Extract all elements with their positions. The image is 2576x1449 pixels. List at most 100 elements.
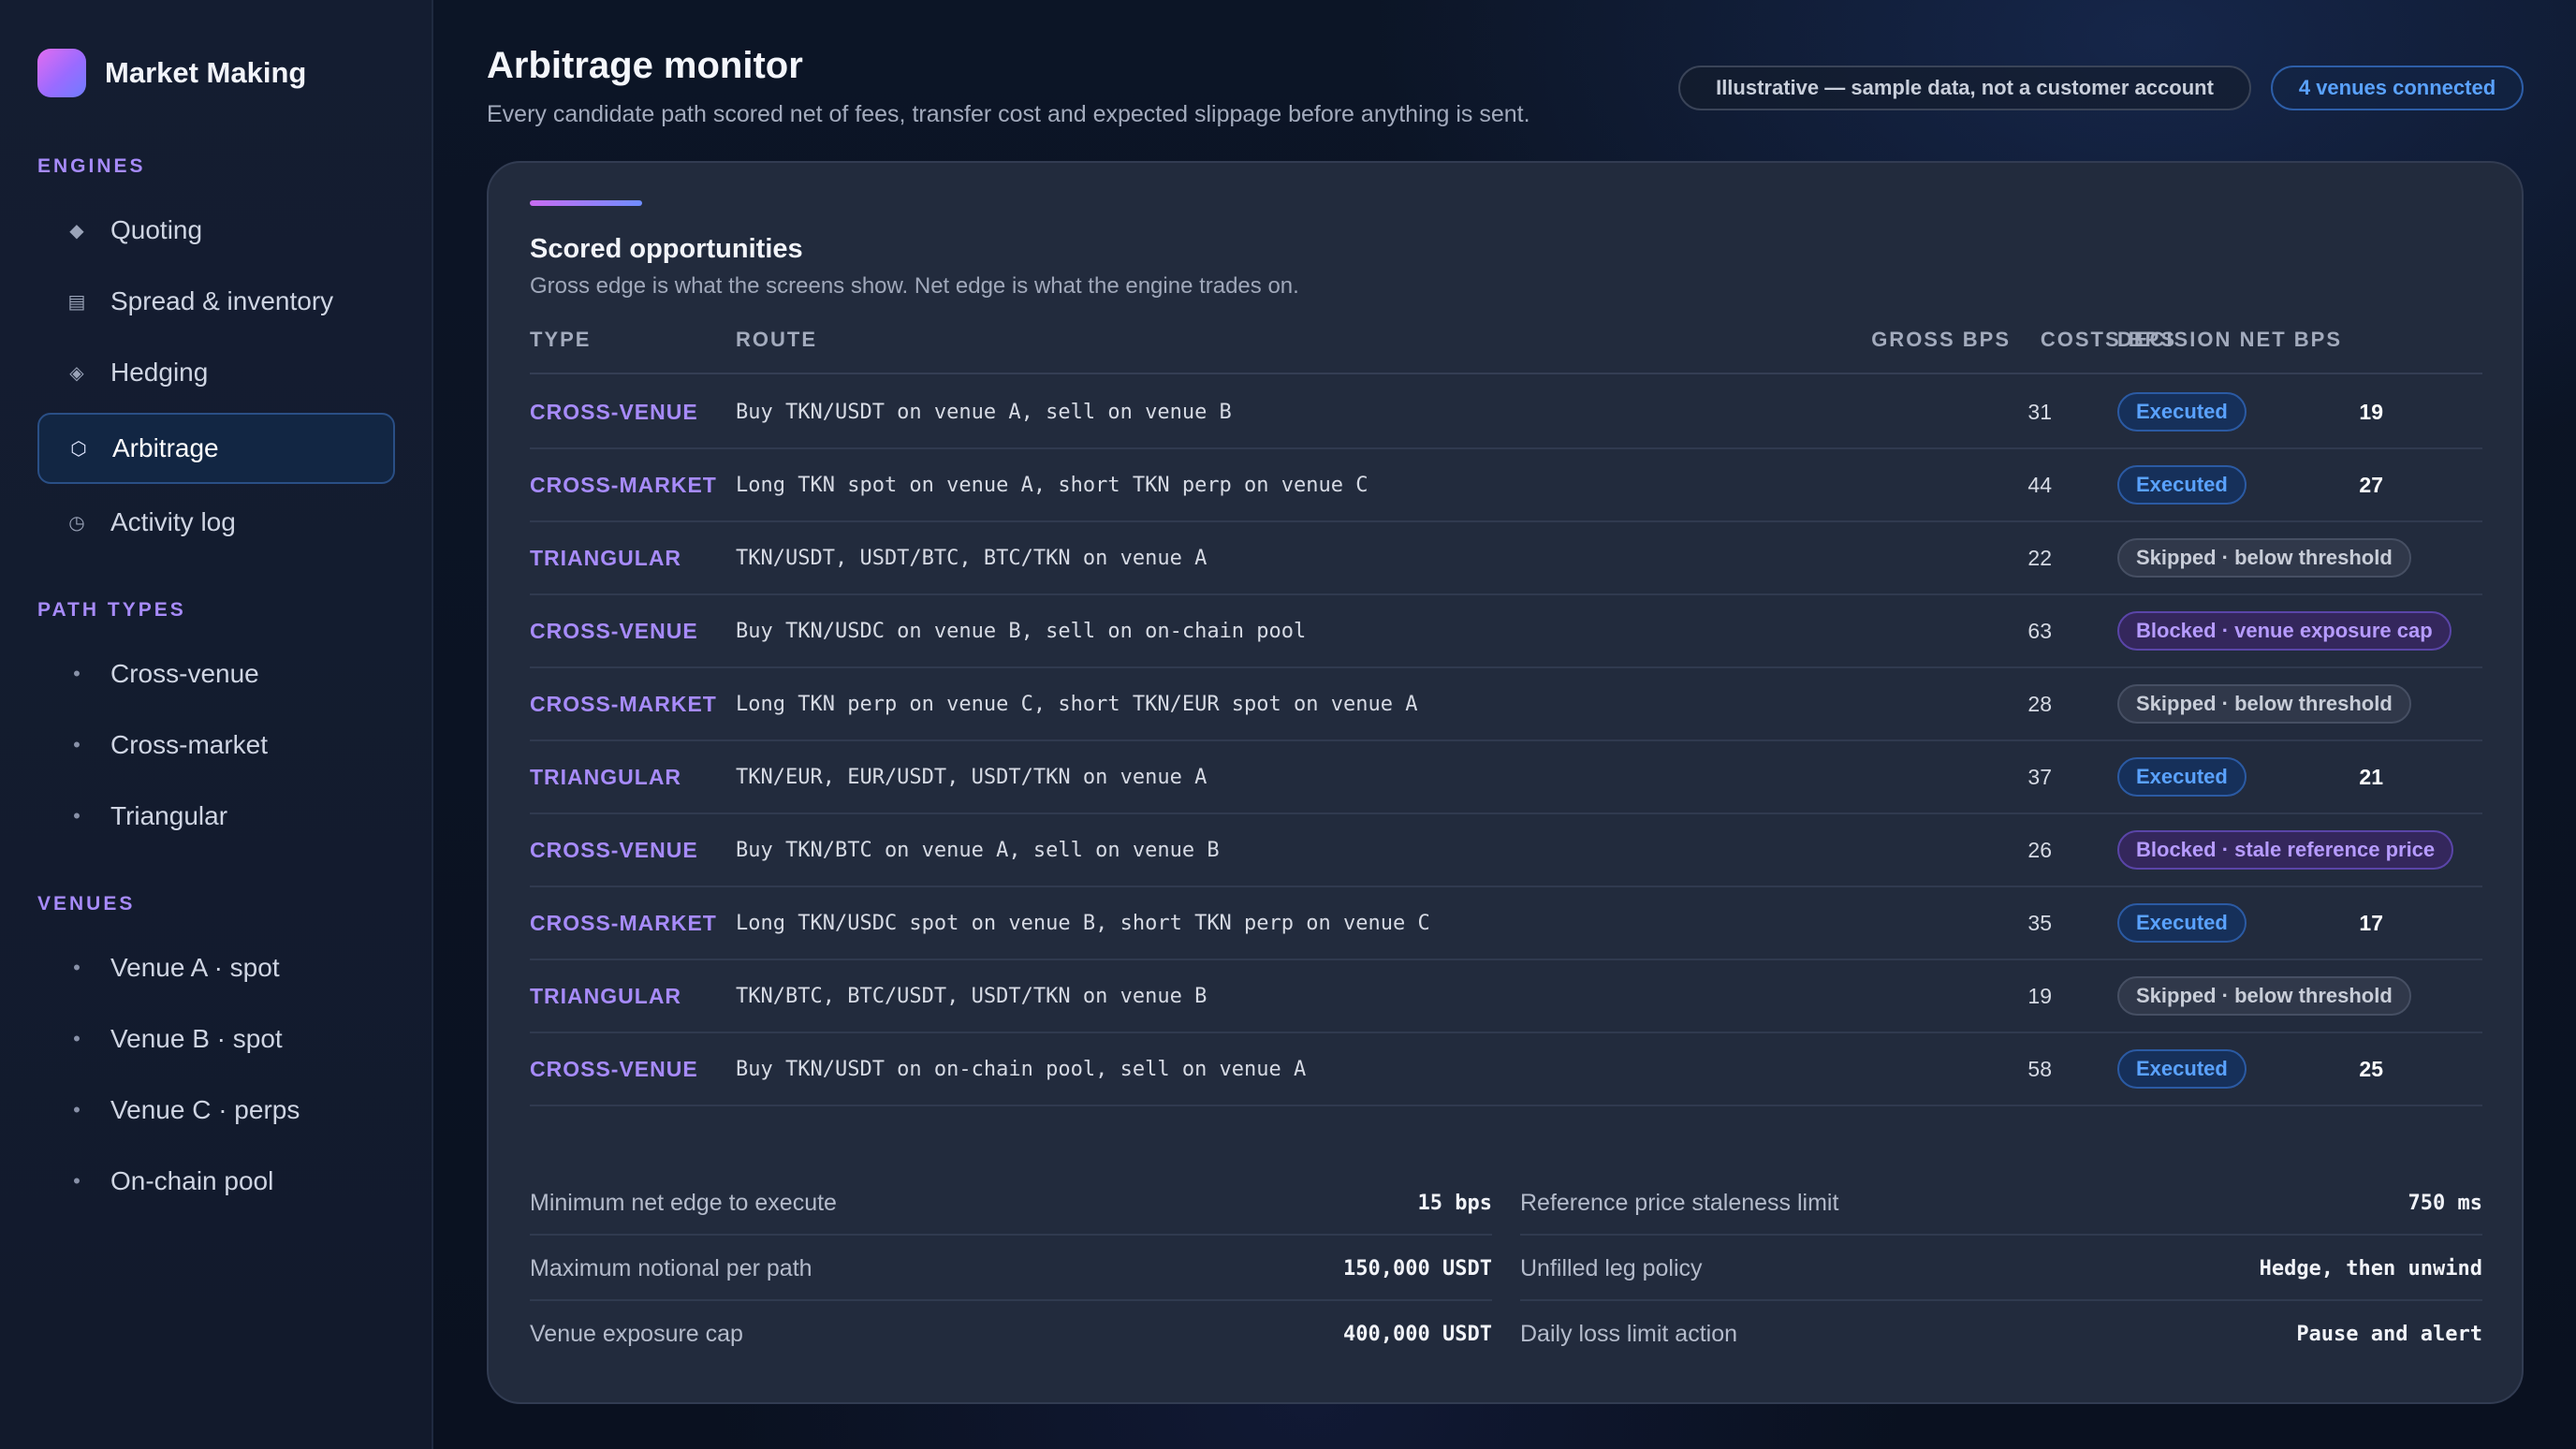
- table-row[interactable]: CROSS-VENUE Buy TKN/BTC on venue A, sell …: [530, 814, 2482, 887]
- gross-bps: 35: [2027, 910, 2052, 935]
- sidebar: Market Making ENGINES ◆ Quoting ▤ Spread…: [0, 0, 433, 1449]
- setting-label: Maximum notional per path: [530, 1254, 812, 1281]
- setting-value[interactable]: 750 ms: [2408, 1170, 2482, 1236]
- sidebar-item-quoting[interactable]: ◆ Quoting: [37, 195, 395, 266]
- table-row[interactable]: TRIANGULAR TKN/BTC, BTC/USDT, USDT/TKN on…: [530, 960, 2482, 1033]
- route: Long TKN spot on venue A, short TKN perp…: [736, 473, 1368, 497]
- sidebar-item-hedging[interactable]: ◈ Hedging: [37, 337, 395, 408]
- engines-section-title: ENGINES: [37, 155, 146, 177]
- decision-badge: Blocked · venue exposure cap: [2117, 611, 2452, 651]
- decision: Executed: [2117, 741, 2247, 812]
- table-row[interactable]: TRIANGULAR TKN/USDT, USDT/BTC, BTC/TKN on…: [530, 522, 2482, 595]
- hexagon-icon: ⬡: [70, 438, 87, 460]
- gross-bps: 44: [2027, 472, 2052, 497]
- table-row[interactable]: CROSS-VENUE Buy TKN/USDT on on-chain pool…: [530, 1033, 2482, 1106]
- sidebar-item-label: On-chain pool: [110, 1166, 274, 1195]
- decision: Executed: [2117, 449, 2247, 520]
- card-accent-bar: [530, 200, 642, 206]
- setting-row: Venue exposure cap 400,000 USDT: [530, 1301, 1492, 1367]
- net-bps: 27: [2359, 472, 2383, 497]
- decision: Executed: [2117, 887, 2247, 959]
- table-row[interactable]: CROSS-MARKET Long TKN spot on venue A, sh…: [530, 449, 2482, 522]
- decision: Executed: [2117, 376, 2247, 447]
- sidebar-item-label: Arbitrage: [112, 433, 219, 462]
- decision: Skipped · below threshold: [2117, 522, 2411, 593]
- sidebar-item-cross-market[interactable]: • Cross-market: [37, 710, 395, 781]
- path-types-section-title: PATH TYPES: [37, 599, 186, 621]
- route: TKN/USDT, USDT/BTC, BTC/TKN on venue A: [736, 546, 1208, 570]
- path-type: CROSS-VENUE: [530, 399, 698, 424]
- sidebar-item-venue-a[interactable]: • Venue A · spot: [37, 932, 395, 1003]
- bullet-icon: •: [73, 804, 80, 827]
- decision: Skipped · below threshold: [2117, 960, 2411, 1032]
- sidebar-item-label: Quoting: [110, 215, 203, 244]
- bullet-icon: •: [73, 1027, 80, 1050]
- sidebar-item-arbitrage[interactable]: ⬡ Arbitrage: [37, 413, 395, 484]
- sidebar-item-on-chain-pool[interactable]: • On-chain pool: [37, 1146, 395, 1217]
- decision-badge: Executed: [2117, 392, 2247, 432]
- decision: Blocked · venue exposure cap: [2117, 595, 2452, 666]
- route: TKN/EUR, EUR/USDT, USDT/TKN on venue A: [736, 765, 1208, 789]
- sidebar-item-label: Spread & inventory: [110, 286, 334, 315]
- table-row[interactable]: TRIANGULAR TKN/EUR, EUR/USDT, USDT/TKN on…: [530, 741, 2482, 814]
- setting-row: Unfilled leg policy Hedge, then unwind: [1520, 1236, 2482, 1301]
- column-header-route[interactable]: ROUTE: [736, 328, 817, 352]
- decision: Blocked · stale reference price: [2117, 814, 2454, 886]
- decision-badge: Executed: [2117, 465, 2247, 505]
- column-header-decision[interactable]: DECISION: [2117, 328, 2232, 352]
- gross-bps: 37: [2027, 764, 2052, 789]
- table-row[interactable]: CROSS-MARKET Long TKN perp on venue C, sh…: [530, 668, 2482, 741]
- setting-row: Daily loss limit action Pause and alert: [1520, 1301, 2482, 1367]
- gross-bps: 28: [2027, 691, 2052, 716]
- route: Long TKN/USDC spot on venue B, short TKN…: [736, 911, 1430, 935]
- clock-icon: ◷: [68, 512, 85, 534]
- table-row[interactable]: CROSS-VENUE Buy TKN/USDT on venue A, sell…: [530, 376, 2482, 449]
- gross-bps: 19: [2027, 983, 2052, 1008]
- sidebar-item-cross-venue[interactable]: • Cross-venue: [37, 638, 395, 710]
- sidebar-item-label: Activity log: [110, 507, 236, 536]
- setting-row: Minimum net edge to execute 15 bps: [530, 1170, 1492, 1236]
- column-header-type[interactable]: TYPE: [530, 328, 591, 352]
- path-type: CROSS-VENUE: [530, 618, 698, 643]
- setting-row: Reference price staleness limit 750 ms: [1520, 1170, 2482, 1236]
- setting-label: Unfilled leg policy: [1520, 1254, 1703, 1281]
- setting-label: Venue exposure cap: [530, 1320, 743, 1347]
- sidebar-item-label: Cross-venue: [110, 659, 259, 688]
- diamond-icon: ◆: [69, 220, 84, 242]
- path-type: CROSS-VENUE: [530, 837, 698, 862]
- venues-connected-badge[interactable]: 4 venues connected: [2271, 66, 2524, 110]
- setting-value[interactable]: 400,000 USDT: [1343, 1301, 1492, 1367]
- gross-bps: 58: [2027, 1056, 2052, 1081]
- path-type: TRIANGULAR: [530, 983, 682, 1008]
- decision-badge: Blocked · stale reference price: [2117, 830, 2454, 870]
- net-bps: 19: [2359, 399, 2383, 424]
- setting-value[interactable]: 15 bps: [1418, 1170, 1492, 1236]
- table-row[interactable]: CROSS-MARKET Long TKN/USDC spot on venue …: [530, 887, 2482, 960]
- sidebar-item-activity-log[interactable]: ◷ Activity log: [37, 487, 395, 558]
- sidebar-item-venue-c[interactable]: • Venue C · perps: [37, 1075, 395, 1146]
- setting-value[interactable]: Pause and alert: [2296, 1301, 2482, 1367]
- net-bps: 25: [2359, 1056, 2383, 1081]
- setting-value[interactable]: 150,000 USDT: [1343, 1236, 1492, 1301]
- path-type: CROSS-VENUE: [530, 1056, 698, 1081]
- sidebar-item-label: Triangular: [110, 801, 228, 830]
- path-type: TRIANGULAR: [530, 545, 682, 570]
- decision: Executed: [2117, 1033, 2247, 1105]
- sidebar-item-label: Hedging: [110, 358, 209, 387]
- setting-value[interactable]: Hedge, then unwind: [2260, 1236, 2482, 1301]
- sidebar-item-venue-b[interactable]: • Venue B · spot: [37, 1003, 395, 1075]
- decision-badge: Executed: [2117, 903, 2247, 943]
- setting-row: Maximum notional per path 150,000 USDT: [530, 1236, 1492, 1301]
- path-type: CROSS-MARKET: [530, 691, 717, 716]
- bullet-icon: •: [73, 662, 80, 685]
- bullet-icon: •: [73, 956, 80, 979]
- setting-label: Daily loss limit action: [1520, 1320, 1738, 1347]
- table-row[interactable]: CROSS-VENUE Buy TKN/USDC on venue B, sell…: [530, 595, 2482, 668]
- sidebar-item-label: Venue C · perps: [110, 1095, 300, 1124]
- sidebar-item-triangular[interactable]: • Triangular: [37, 781, 395, 852]
- page-subtitle: Every candidate path scored net of fees,…: [487, 101, 1530, 127]
- gross-bps: 63: [2027, 618, 2052, 643]
- route: Buy TKN/USDT on venue A, sell on venue B: [736, 400, 1232, 424]
- sidebar-item-label: Venue A · spot: [110, 953, 280, 982]
- sidebar-item-spread-inventory[interactable]: ▤ Spread & inventory: [37, 266, 395, 337]
